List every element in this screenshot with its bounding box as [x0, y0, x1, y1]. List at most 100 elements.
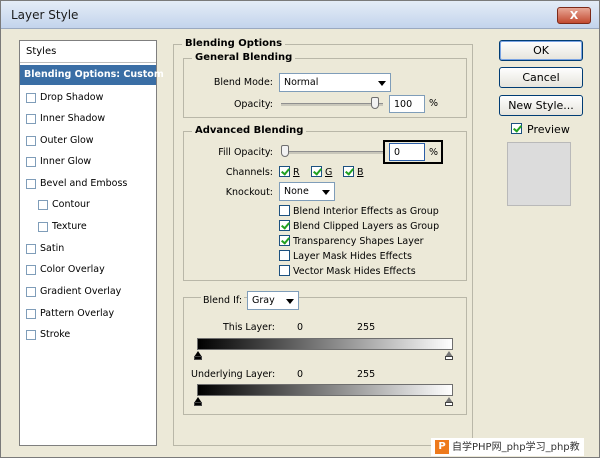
blending-options-title: Blending Options: [182, 38, 286, 49]
style-item[interactable]: Texture: [20, 217, 156, 237]
fill-opacity-unit: %: [429, 147, 439, 158]
opacity-slider[interactable]: [281, 103, 383, 106]
cancel-button[interactable]: Cancel: [499, 67, 583, 88]
underlying-layer-white-slider-base: [445, 402, 453, 406]
style-item[interactable]: Outer Glow: [20, 131, 156, 151]
channel-label: G: [325, 167, 333, 178]
style-item[interactable]: Contour: [20, 195, 156, 215]
style-item-label: Inner Shadow: [40, 113, 106, 124]
underlying-layer-min: 0: [297, 369, 304, 380]
advanced-option-label: Layer Mask Hides Effects: [293, 251, 412, 262]
styles-header[interactable]: Styles: [20, 41, 156, 63]
style-item-label: Texture: [52, 221, 87, 232]
blend-mode-select[interactable]: Normal: [279, 73, 391, 92]
style-item-label: Pattern Overlay: [40, 308, 115, 319]
style-item-checkbox[interactable]: [38, 200, 48, 210]
style-item-checkbox[interactable]: [38, 222, 48, 232]
general-blending-title: General Blending: [192, 52, 296, 63]
this-layer-gradient[interactable]: [197, 338, 453, 350]
knockout-label: Knockout:: [225, 187, 273, 198]
style-item-label: Contour: [52, 199, 90, 210]
style-item-label: Gradient Overlay: [40, 286, 122, 297]
style-item[interactable]: Blending Options: Custom: [20, 65, 164, 85]
style-item[interactable]: Gradient Overlay: [20, 282, 156, 302]
style-item-checkbox[interactable]: [26, 136, 36, 146]
style-item[interactable]: Drop Shadow: [20, 88, 156, 108]
this-layer-max: 255: [357, 322, 376, 333]
blend-mode-label: Blend Mode:: [213, 77, 273, 88]
style-item-label: Drop Shadow: [40, 92, 104, 103]
fill-opacity-slider-thumb[interactable]: [281, 145, 289, 157]
chevron-down-icon: [378, 81, 386, 86]
style-item[interactable]: Bevel and Emboss: [20, 174, 156, 194]
style-item-label: Outer Glow: [40, 135, 94, 146]
style-item-label: Blending Options: Custom: [24, 69, 164, 80]
opacity-input[interactable]: 100: [389, 95, 425, 113]
ok-button[interactable]: OK: [499, 40, 583, 61]
channel-label: R: [293, 167, 300, 178]
style-item-label: Satin: [40, 243, 65, 254]
style-item-checkbox[interactable]: [26, 93, 36, 103]
this-layer-black-slider-base: [194, 356, 202, 360]
blend-if-select[interactable]: Gray: [247, 291, 299, 310]
underlying-layer-black-slider-base: [194, 402, 202, 406]
fill-opacity-input[interactable]: 0: [389, 143, 425, 161]
advanced-blending-title: Advanced Blending: [192, 125, 307, 136]
blend-if-label: Blend If:: [201, 295, 245, 306]
fill-opacity-label: Fill Opacity:: [218, 147, 273, 158]
style-item-label: Color Overlay: [40, 264, 105, 275]
php-logo-icon: P: [435, 440, 449, 454]
underlying-layer-gradient[interactable]: [197, 384, 453, 396]
opacity-slider-thumb[interactable]: [371, 97, 379, 109]
window-title: Layer Style: [11, 8, 79, 22]
style-item[interactable]: Satin: [20, 239, 156, 259]
title-bar[interactable]: Layer Style X: [1, 1, 599, 29]
chevron-down-icon: [322, 190, 330, 195]
this-layer-label: This Layer:: [223, 322, 275, 333]
advanced-option-checkbox[interactable]: [279, 220, 290, 231]
advanced-option-label: Blend Clipped Layers as Group: [293, 221, 440, 232]
advanced-option-checkbox[interactable]: [279, 265, 290, 276]
style-item-label: Inner Glow: [40, 156, 92, 167]
advanced-option-checkbox[interactable]: [279, 235, 290, 246]
fill-opacity-slider[interactable]: [281, 151, 383, 154]
style-item-checkbox[interactable]: [26, 287, 36, 297]
watermark: P 自学PHP网_php学习_php教: [431, 438, 584, 456]
advanced-option-label: Vector Mask Hides Effects: [293, 266, 416, 277]
advanced-option-label: Transparency Shapes Layer: [293, 236, 424, 247]
close-button[interactable]: X: [557, 7, 591, 24]
style-item-checkbox[interactable]: [26, 114, 36, 124]
blend-if-group: [183, 297, 467, 415]
this-layer-white-slider-base: [445, 356, 453, 360]
underlying-layer-max: 255: [357, 369, 376, 380]
style-item-checkbox[interactable]: [26, 179, 36, 189]
style-preview-swatch: [507, 142, 571, 206]
style-item[interactable]: Inner Glow: [20, 152, 156, 172]
preview-label: Preview: [527, 123, 570, 136]
style-item[interactable]: Inner Shadow: [20, 109, 156, 129]
watermark-text: 自学PHP网_php学习_php教: [452, 442, 580, 453]
style-item-checkbox[interactable]: [26, 309, 36, 319]
channel-checkbox[interactable]: [279, 166, 290, 177]
style-item-checkbox[interactable]: [26, 244, 36, 254]
this-layer-min: 0: [297, 322, 304, 333]
advanced-option-checkbox[interactable]: [279, 250, 290, 261]
opacity-unit: %: [429, 98, 439, 109]
preview-checkbox[interactable]: [511, 123, 522, 134]
advanced-option-checkbox[interactable]: [279, 205, 290, 216]
style-item-checkbox[interactable]: [26, 157, 36, 167]
advanced-option-label: Blend Interior Effects as Group: [293, 206, 439, 217]
style-item-checkbox[interactable]: [26, 265, 36, 275]
style-item[interactable]: Pattern Overlay: [20, 304, 156, 324]
chevron-down-icon: [286, 299, 294, 304]
style-item-label: Bevel and Emboss: [40, 178, 128, 189]
layer-style-dialog: Layer Style X Styles Blending Options: C…: [0, 0, 600, 458]
new-style-button[interactable]: New Style...: [499, 95, 583, 116]
style-item[interactable]: Stroke: [20, 325, 156, 345]
knockout-select[interactable]: None: [279, 182, 335, 201]
channels-label: Channels:: [225, 167, 273, 178]
style-item-checkbox[interactable]: [26, 330, 36, 340]
style-item[interactable]: Color Overlay: [20, 260, 156, 280]
channel-checkbox[interactable]: [311, 166, 322, 177]
channel-checkbox[interactable]: [343, 166, 354, 177]
